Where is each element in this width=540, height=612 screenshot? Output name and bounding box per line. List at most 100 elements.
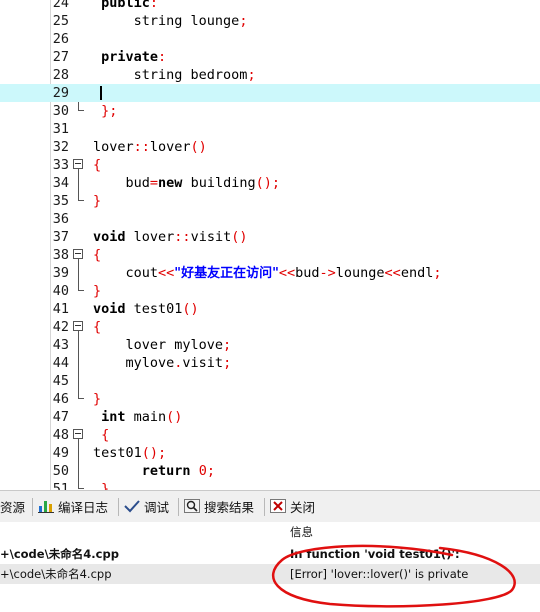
code-line[interactable]: 42 { — [0, 318, 540, 336]
code-text: return 0; — [141, 463, 215, 479]
code-line[interactable]: 34 bud=new building(); — [0, 174, 540, 192]
tab-debug[interactable]: 调试 — [124, 498, 169, 518]
fold-collapse-icon[interactable] — [73, 321, 83, 331]
code-line[interactable]: 25 string lounge; — [0, 12, 540, 30]
line-number: 24 — [52, 0, 69, 11]
search-icon — [184, 498, 200, 519]
code-line[interactable]: 24 public: — [0, 0, 540, 12]
line-number: 33 — [52, 157, 69, 173]
code-editor[interactable]: 24 public: 25 string lounge; 26 27 private:… — [0, 0, 540, 490]
code-line[interactable]: 49 test01(); — [0, 444, 540, 462]
tab-resources[interactable]: 资源 — [0, 498, 25, 518]
code-line[interactable]: 45 — [0, 372, 540, 390]
code-line[interactable]: 32 lover::lover() — [0, 138, 540, 156]
tab-compile-log[interactable]: 编译日志 — [38, 498, 108, 518]
tab-resources-label: 资源 — [0, 500, 26, 515]
tab-separator — [264, 498, 265, 516]
code-line[interactable]: 26 — [0, 30, 540, 48]
code-line[interactable]: 51 } — [0, 480, 540, 490]
code-text: { — [93, 319, 102, 335]
line-number: 38 — [52, 247, 69, 263]
tab-search-results-label: 搜索结果 — [204, 500, 255, 515]
line-number: 47 — [52, 409, 69, 425]
line-number: 40 — [52, 283, 69, 299]
message-text: [Error] 'lover::lover()' is private — [290, 567, 469, 581]
code-line[interactable]: 33 { — [0, 156, 540, 174]
message-file: +\code\未命名4.cpp — [0, 567, 112, 581]
line-number: 35 — [52, 193, 69, 209]
line-number: 49 — [52, 445, 69, 461]
code-line[interactable]: 35} — [0, 192, 540, 210]
line-number: 28 — [52, 67, 69, 83]
line-number: 43 — [52, 337, 69, 353]
code-text: lover mylove; — [93, 337, 232, 353]
code-text: string lounge; — [93, 13, 248, 29]
tab-close[interactable]: 关闭 — [270, 498, 315, 518]
code-text: lover::lover() — [93, 139, 207, 155]
message-row[interactable]: +\code\未命名4.cpp In function 'void test01… — [0, 544, 540, 564]
line-number: 51 — [52, 481, 69, 490]
code-line[interactable]: 48 { — [0, 426, 540, 444]
code-text: void test01() — [93, 301, 199, 317]
code-line[interactable]: 43 lover mylove; — [0, 336, 540, 354]
fold-collapse-icon[interactable] — [73, 429, 83, 439]
line-number: 37 — [52, 229, 69, 245]
code-text: } — [93, 193, 102, 209]
code-line[interactable]: 41 void test01() — [0, 300, 540, 318]
code-line[interactable]: 50 return 0; — [0, 462, 540, 480]
message-text: In function 'void test01()': — [290, 547, 460, 561]
line-number: 44 — [52, 355, 69, 371]
tab-separator — [118, 498, 119, 516]
line-number: 29 — [52, 85, 69, 101]
code-line[interactable]: 29 — [0, 84, 540, 102]
code-line[interactable]: 40} — [0, 282, 540, 300]
fold-end-guide — [78, 192, 84, 201]
tab-separator — [178, 498, 179, 516]
code-text: public: — [101, 0, 159, 11]
fold-collapse-icon[interactable] — [73, 249, 83, 259]
code-line[interactable]: 46} — [0, 390, 540, 408]
bar-chart-icon — [38, 499, 54, 519]
line-number: 32 — [52, 139, 69, 155]
fold-end-guide — [78, 480, 84, 489]
code-line[interactable]: 38 { — [0, 246, 540, 264]
code-text: } — [101, 481, 110, 490]
line-number: 50 — [52, 463, 69, 479]
compiler-messages-panel: 信息 +\code\未命名4.cpp In function 'void tes… — [0, 522, 540, 612]
line-number: 34 — [52, 175, 69, 191]
fold-guide — [78, 462, 79, 480]
code-line[interactable]: 44 mylove.visit; — [0, 354, 540, 372]
line-number: 27 — [52, 49, 69, 65]
line-number: 48 — [52, 427, 69, 443]
message-column-header[interactable]: 信息 — [290, 522, 313, 542]
code-line[interactable]: 27 private: — [0, 48, 540, 66]
code-line[interactable]: 28 string bedroom; — [0, 66, 540, 84]
code-text: string bedroom; — [93, 67, 256, 83]
tab-search-results[interactable]: 搜索结果 — [184, 498, 254, 518]
line-number: 39 — [52, 265, 69, 281]
code-text: cout<<"好基友正在访问"<<bud->lounge<<endl; — [93, 265, 442, 281]
code-line[interactable]: 37 void lover::visit() — [0, 228, 540, 246]
fold-collapse-icon[interactable] — [73, 159, 83, 169]
code-text: { — [93, 157, 102, 173]
code-line[interactable]: 36 — [0, 210, 540, 228]
line-number: 30 — [52, 103, 69, 119]
code-text: } — [93, 391, 102, 407]
message-row-error[interactable]: +\code\未命名4.cpp [Error] 'lover::lover()'… — [0, 564, 540, 584]
code-line[interactable]: 39 cout<<"好基友正在访问"<<bud->lounge<<endl; — [0, 264, 540, 282]
message-file: +\code\未命名4.cpp — [0, 547, 119, 561]
code-text: { — [93, 247, 102, 263]
fold-guide — [78, 336, 79, 354]
code-line[interactable]: 31 — [0, 120, 540, 138]
code-line[interactable]: 30 }; — [0, 102, 540, 120]
line-number: 41 — [52, 301, 69, 317]
close-icon — [270, 498, 286, 519]
fold-guide — [78, 354, 79, 372]
code-line[interactable]: 47 int main() — [0, 408, 540, 426]
text-caret — [100, 86, 102, 100]
code-text: bud=new building(); — [93, 175, 280, 191]
tab-debug-label: 调试 — [144, 500, 170, 515]
line-number: 45 — [52, 373, 69, 389]
line-number: 26 — [52, 31, 69, 47]
code-text: private: — [101, 49, 167, 65]
